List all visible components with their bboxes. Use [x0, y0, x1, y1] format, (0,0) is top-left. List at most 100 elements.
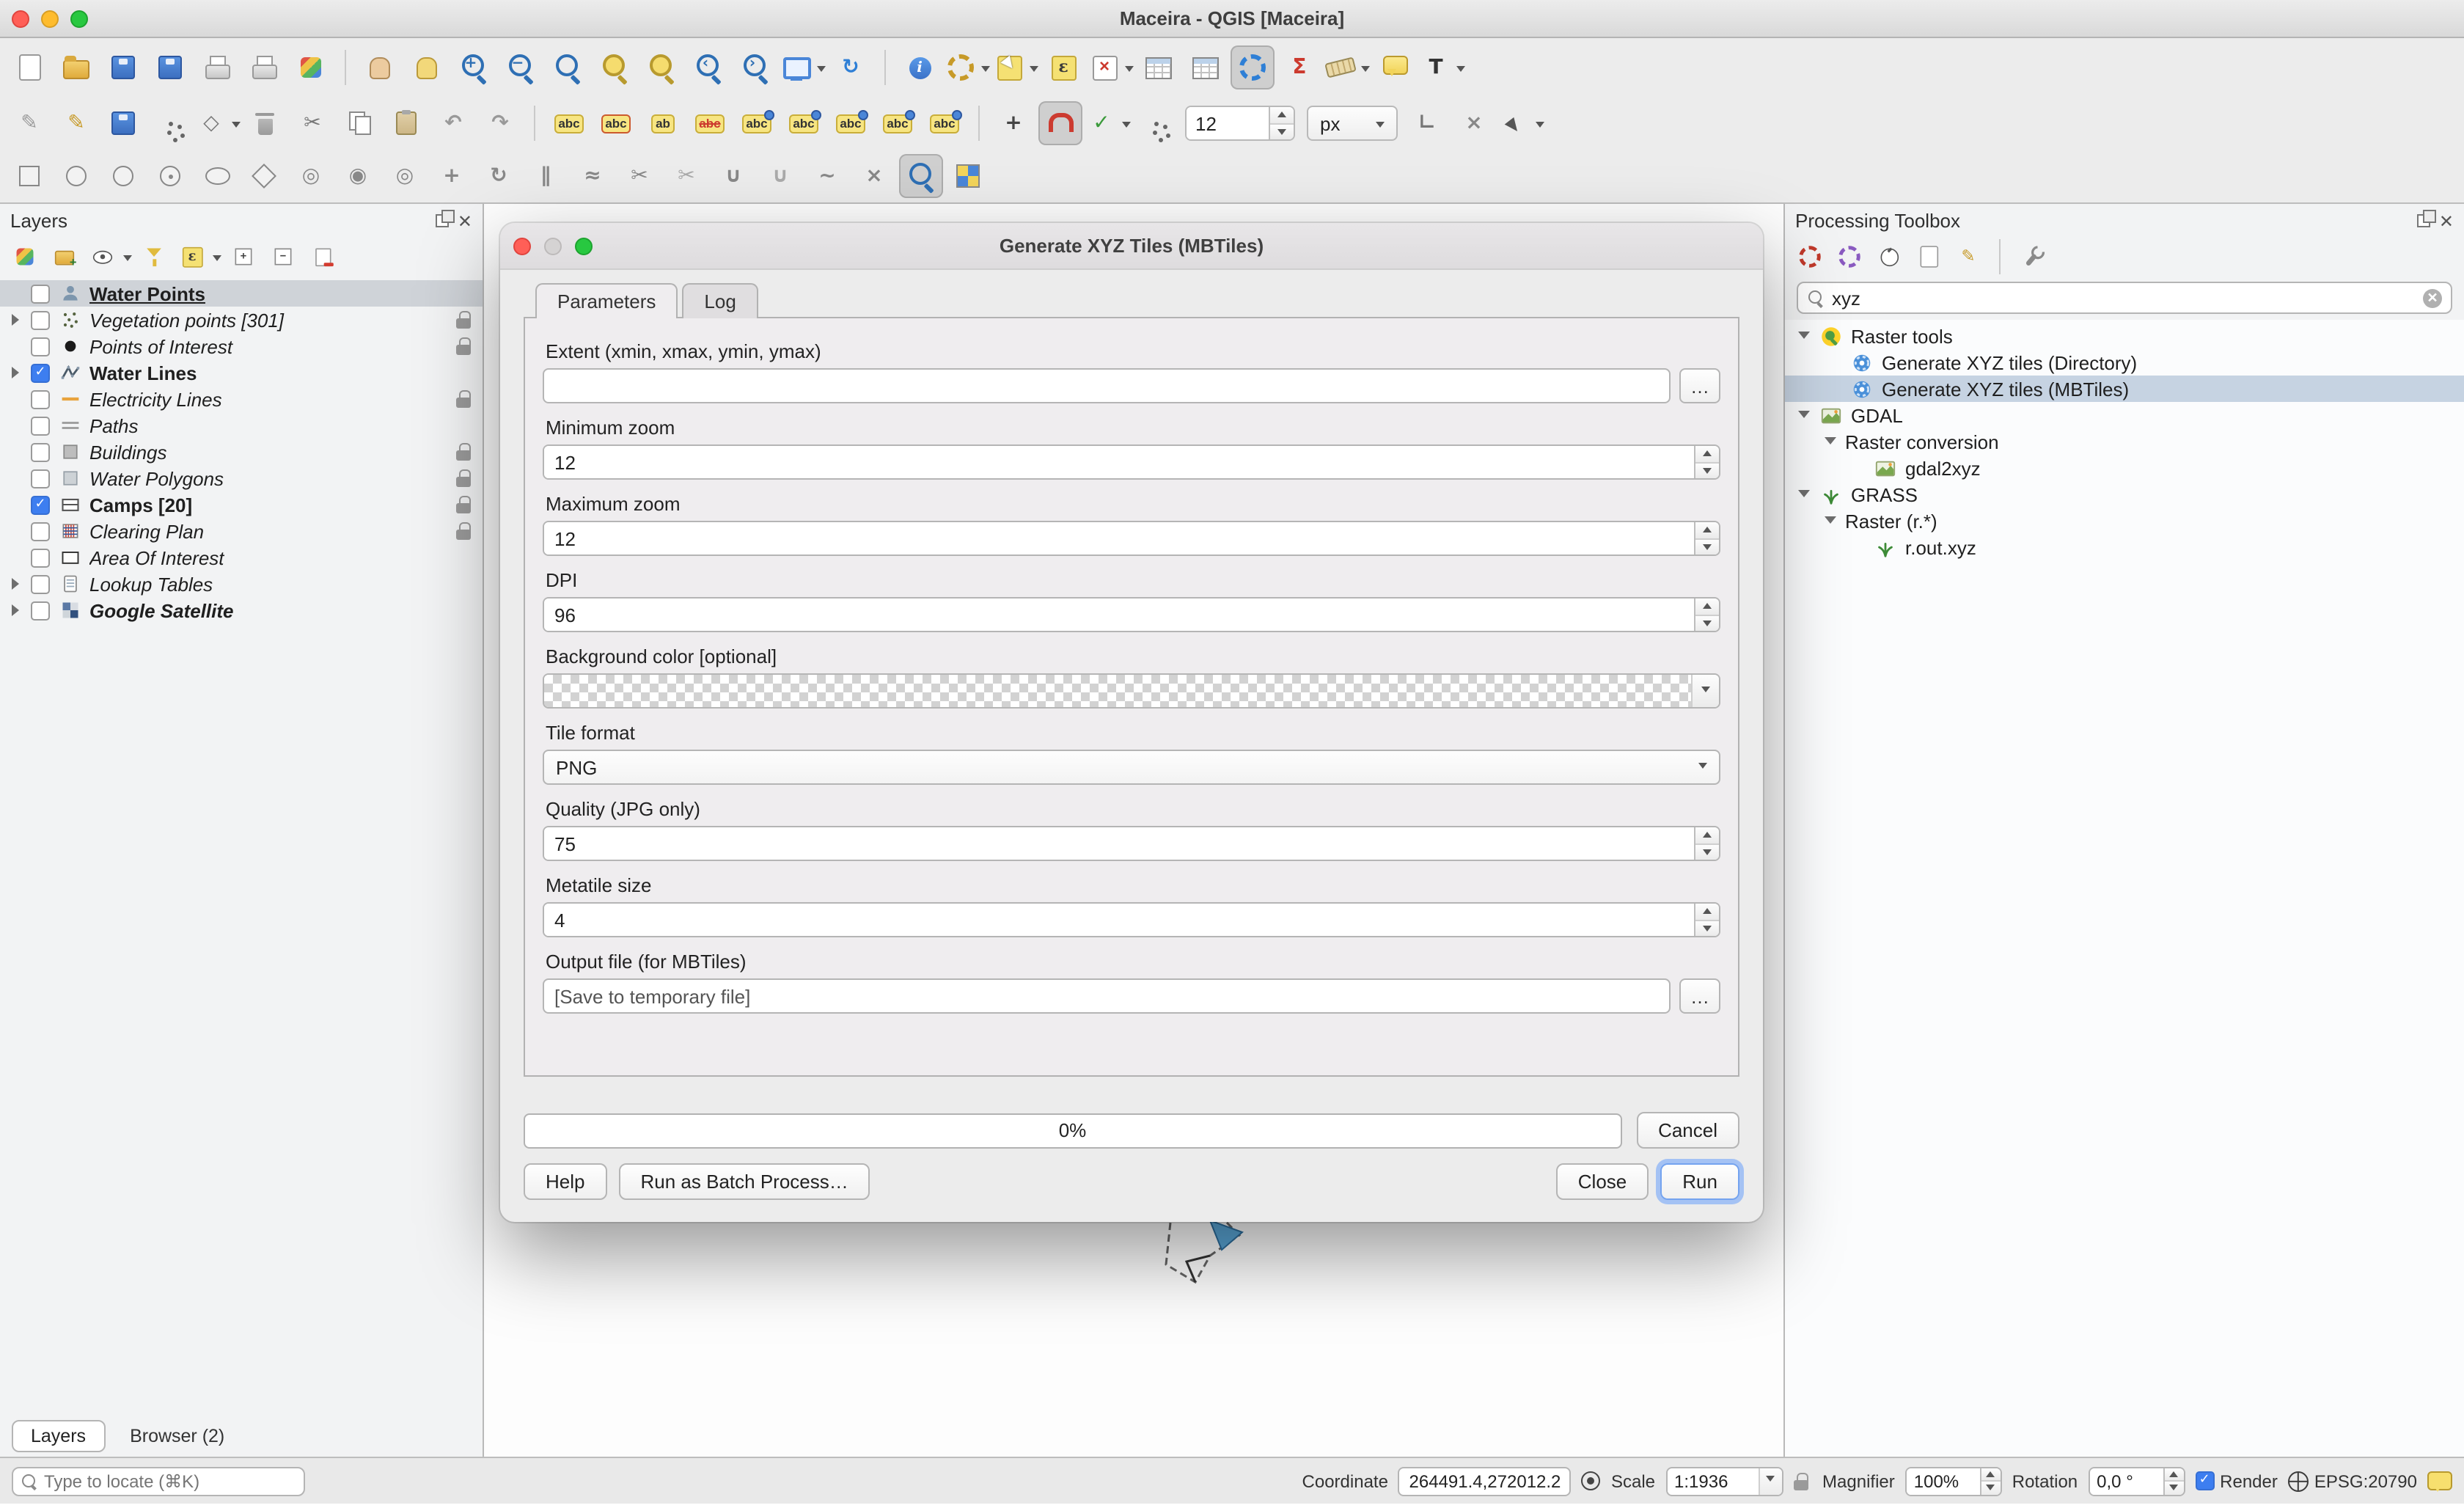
processing-options[interactable]	[2014, 239, 2049, 274]
delete-selected[interactable]	[243, 101, 287, 145]
label-visibility[interactable]: abc	[688, 101, 732, 145]
tree-group-raster-conversion[interactable]: Raster conversion	[1785, 428, 2464, 455]
map-tips[interactable]	[1373, 45, 1417, 89]
new-project[interactable]	[7, 45, 51, 89]
text-annotation[interactable]: T	[1420, 45, 1465, 89]
filter-legend[interactable]	[136, 239, 172, 274]
save-project[interactable]	[101, 45, 145, 89]
zoom-highlight[interactable]	[899, 154, 943, 198]
increment-icon[interactable]	[1981, 1468, 2001, 1482]
processing-start[interactable]	[1792, 239, 1827, 274]
visibility-checkbox[interactable]	[31, 548, 50, 567]
add-group[interactable]	[47, 239, 82, 274]
save-layer-edits[interactable]	[101, 101, 145, 145]
visibility-checkbox[interactable]	[31, 601, 50, 620]
decrement-icon[interactable]	[1981, 1482, 2001, 1494]
increment-icon[interactable]	[1270, 107, 1294, 124]
color-dropdown-button[interactable]	[1691, 675, 1719, 707]
tree-group-gdal[interactable]: GDAL	[1785, 402, 2464, 428]
decrement-icon[interactable]	[1695, 463, 1719, 478]
visibility-checkbox[interactable]	[31, 337, 50, 356]
snapping-tolerance-input[interactable]	[1187, 107, 1269, 139]
move-label[interactable]: abc	[829, 101, 873, 145]
simplify-feature[interactable]: ~	[805, 154, 849, 198]
tab-log[interactable]: Log	[682, 283, 758, 318]
visibility-checkbox[interactable]	[31, 389, 50, 409]
pin-labels[interactable]: abc	[735, 101, 779, 145]
increment-icon[interactable]	[1695, 446, 1719, 463]
max-zoom-stepper[interactable]	[1694, 522, 1719, 554]
save-project-as[interactable]	[148, 45, 192, 89]
rotate-feature[interactable]: ↻	[477, 154, 521, 198]
tree-item-r-out-xyz[interactable]: r.out.xyz	[1785, 534, 2464, 560]
open-attribute-table[interactable]	[1137, 45, 1181, 89]
increment-icon[interactable]	[1695, 904, 1719, 920]
topological-editing[interactable]: ∟	[1405, 101, 1449, 145]
decrement-icon[interactable]	[1695, 844, 1719, 860]
run-button[interactable]: Run	[1660, 1163, 1739, 1200]
metatile-spinbox[interactable]	[543, 902, 1720, 937]
locate-input[interactable]	[44, 1471, 296, 1491]
increment-icon[interactable]	[1695, 599, 1719, 615]
identify-features[interactable]	[898, 45, 942, 89]
decrement-icon[interactable]	[1695, 615, 1719, 631]
snapping-options[interactable]	[1038, 101, 1082, 145]
help-button[interactable]: Help	[524, 1163, 607, 1200]
layer-item-vegetation-points[interactable]: Vegetation points [301]	[0, 307, 483, 333]
scale-combo[interactable]	[1665, 1466, 1783, 1496]
expand-icon[interactable]	[9, 359, 23, 386]
reshape-features[interactable]: ≈	[571, 154, 615, 198]
window-zoom-button[interactable]	[70, 10, 88, 27]
locate-search-box[interactable]	[12, 1466, 305, 1496]
decrement-icon[interactable]	[1695, 920, 1719, 936]
zoom-full-extent[interactable]	[546, 45, 590, 89]
decrement-icon[interactable]	[1695, 539, 1719, 554]
delete-ring[interactable]: ×	[852, 154, 896, 198]
open-project[interactable]	[54, 45, 98, 89]
metatile-stepper[interactable]	[1694, 904, 1719, 936]
cut-features[interactable]: ✂	[290, 101, 334, 145]
offset-curve[interactable]: ∥	[524, 154, 568, 198]
float-panel-icon[interactable]	[436, 214, 449, 227]
increment-icon[interactable]	[1695, 827, 1719, 844]
extents-toggle-icon[interactable]	[1582, 1471, 1601, 1490]
messages-icon[interactable]	[2427, 1471, 2452, 1490]
rotation-input[interactable]	[2089, 1468, 2163, 1494]
window-minimize-button[interactable]	[41, 10, 59, 27]
ellipse-tool[interactable]	[195, 154, 239, 198]
tree-group-raster-tools[interactable]: Raster tools	[1785, 323, 2464, 349]
tree-item-xyz-directory[interactable]: Generate XYZ tiles (Directory)	[1785, 349, 2464, 376]
dialog-titlebar[interactable]: Generate XYZ Tiles (MBTiles)	[500, 223, 1763, 270]
snapping-tolerance-stepper[interactable]	[1269, 107, 1294, 139]
zoom-out[interactable]: −	[499, 45, 543, 89]
redo[interactable]: ↷	[478, 101, 522, 145]
dpi-spinbox[interactable]	[543, 597, 1720, 632]
processing-toolbox[interactable]	[1231, 45, 1275, 89]
extent-input[interactable]	[543, 368, 1671, 403]
rotation-stepper[interactable]	[2163, 1468, 2183, 1494]
visibility-checkbox[interactable]	[31, 495, 50, 514]
undo[interactable]: ↶	[431, 101, 475, 145]
metatile-input[interactable]	[544, 904, 1694, 936]
select-by-expression[interactable]	[1041, 45, 1085, 89]
toggle-editing[interactable]: ✎	[54, 101, 98, 145]
merge-features[interactable]: ∪	[711, 154, 755, 198]
rotate-label[interactable]: abc	[876, 101, 920, 145]
scale-dropdown-button[interactable]	[1758, 1466, 1781, 1496]
extent-browse-button[interactable]: …	[1679, 368, 1720, 403]
tree-item-gdal2xyz[interactable]: gdal2xyz	[1785, 455, 2464, 481]
toolbox-search-input[interactable]	[1832, 287, 2416, 309]
visibility-checkbox[interactable]	[31, 442, 50, 461]
tile-format-combo[interactable]: PNG	[543, 750, 1720, 785]
collapse-icon[interactable]	[1797, 402, 1811, 428]
show-layout-manager[interactable]	[242, 45, 286, 89]
layer-item-water-points[interactable]: Water Points	[0, 280, 483, 307]
snapping-grid[interactable]	[1134, 101, 1178, 145]
merge-attributes[interactable]: ∪	[758, 154, 802, 198]
expand-icon[interactable]	[9, 597, 23, 623]
collapse-icon[interactable]	[1797, 323, 1811, 349]
layer-group-lookup-tables[interactable]: Lookup Tables	[0, 571, 483, 597]
zoom-last[interactable]: ‹	[686, 45, 730, 89]
processing-edit-features[interactable]: ✎	[1951, 239, 1986, 274]
tree-group-grass[interactable]: GRASS	[1785, 481, 2464, 508]
